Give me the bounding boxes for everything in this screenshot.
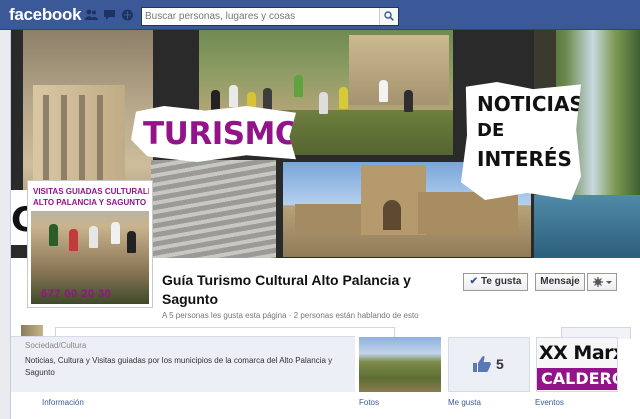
settings-button[interactable]	[587, 273, 617, 291]
message-button[interactable]: Mensaje	[535, 273, 585, 291]
cover-title-noticias: NOTICIAS DE INTERÉS	[461, 82, 581, 200]
messages-icon[interactable]	[103, 9, 116, 21]
cover-photo-amphitheatre	[151, 160, 276, 258]
cover-title-turismo: TURISMO	[131, 106, 296, 162]
search-input[interactable]	[145, 9, 375, 24]
page-category: Sociedad/Cultura	[25, 341, 87, 350]
page-title[interactable]: Guía Turismo Cultural Alto Palancia y Sa…	[162, 271, 462, 309]
page-stats: A 5 personas les gusta esta página · 2 p…	[162, 311, 419, 320]
page-description: Noticias, Cultura y Visitas guiadas por …	[25, 356, 333, 377]
events-app-thumbnail[interactable]: XX Marxa CALDERO	[536, 337, 618, 392]
profile-caption-line2: ALTO PALANCIA Y SAGUNTO	[33, 198, 147, 207]
app-label-likes[interactable]: Me gusta	[448, 398, 481, 407]
check-icon: ✔	[469, 276, 478, 287]
likes-app-box[interactable]: 5	[448, 337, 530, 392]
likes-count: 5	[496, 356, 504, 372]
app-label-info[interactable]: Información	[42, 398, 84, 407]
friend-requests-icon[interactable]	[85, 9, 98, 21]
profile-caption-line1: VISITAS GUIADAS CULTURALES	[33, 187, 149, 196]
about-box[interactable]: Sociedad/Cultura Noticias, Cultura y Vis…	[11, 336, 355, 392]
search-button[interactable]	[379, 8, 398, 25]
app-label-photos[interactable]: Fotos	[359, 398, 379, 407]
notifications-icon[interactable]	[121, 9, 134, 21]
profile-picture[interactable]: VISITAS GUIADAS CULTURALES ALTO PALANCIA…	[27, 180, 153, 308]
profile-phone: 677 00 20 30	[41, 288, 112, 300]
search-box	[141, 7, 399, 26]
gear-icon	[593, 277, 612, 287]
page-timeline: TURISMO NOTICIAS DE INTERÉS C VISITAS GU…	[10, 30, 640, 419]
photos-app-thumbnail[interactable]	[359, 337, 441, 392]
facebook-logo[interactable]: facebook	[9, 5, 82, 25]
app-label-events[interactable]: Eventos	[535, 398, 564, 407]
thumbs-up-icon	[473, 356, 491, 372]
facebook-page: facebook Buscar personas, lugares y cosa…	[0, 0, 640, 419]
search-icon	[384, 11, 394, 21]
top-bar: facebook	[0, 0, 640, 30]
like-button[interactable]: ✔ Te gusta	[463, 273, 528, 291]
